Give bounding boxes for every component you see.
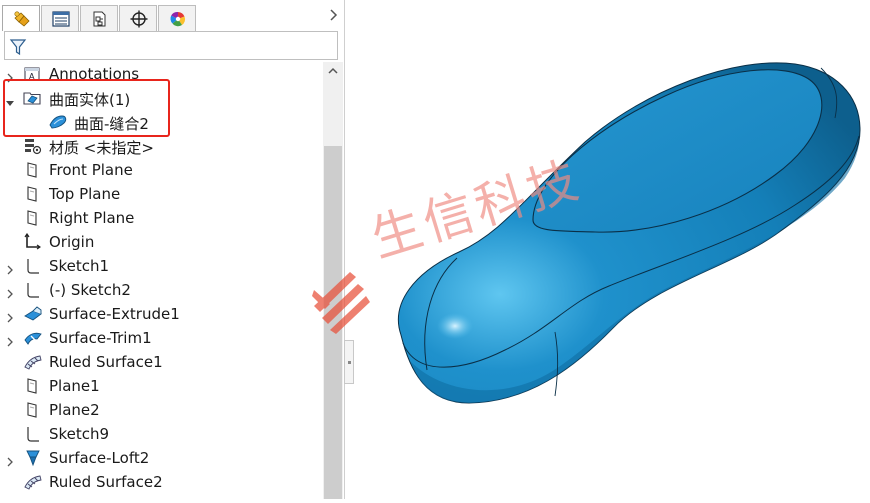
tree-node-label: Top Plane <box>49 185 121 203</box>
tree-filter-input[interactable] <box>4 31 338 60</box>
origin-icon <box>23 232 42 251</box>
tree-node-ruled-surface2[interactable]: Ruled Surface2 <box>0 470 322 494</box>
color-wheel-icon <box>170 11 186 27</box>
tab-configuration-manager[interactable] <box>80 5 118 31</box>
plane-icon <box>23 161 41 179</box>
tree-node-label: Right Plane <box>49 209 135 227</box>
tree-node-sketch9[interactable]: Sketch9 <box>0 422 322 446</box>
expander-right-icon[interactable] <box>6 284 14 299</box>
plane-icon <box>23 209 41 227</box>
tree-node-label: Origin <box>49 233 95 251</box>
tree-node-label: Sketch9 <box>49 425 110 443</box>
tree-node-surface-trim1[interactable]: Surface-Trim1 <box>0 326 322 350</box>
watermark-logo-icon <box>312 272 370 334</box>
tree-node-sketch1[interactable]: Sketch1 <box>0 254 322 278</box>
plane-icon <box>23 185 41 203</box>
tab-property-manager[interactable] <box>41 5 79 31</box>
material-icon <box>23 137 42 155</box>
expander-right-icon[interactable] <box>6 260 14 275</box>
surface-extrude-icon <box>23 305 42 323</box>
plane-icon <box>23 377 41 395</box>
tree-node-label: Surface-Loft2 <box>49 449 150 467</box>
tree-node-surface-loft2[interactable]: Surface-Loft2 <box>0 446 322 470</box>
sketch-icon <box>23 425 41 443</box>
tree-node-label: Sketch1 <box>49 257 110 275</box>
ruled-surface-icon <box>23 473 42 491</box>
tree-node-right-plane[interactable]: Right Plane <box>0 206 322 230</box>
feature-tree-icon <box>14 11 30 27</box>
feature-manager-panel: A Annotations 曲面实体(1) 曲面-缝合2 材质 <未指定> Front P… <box>0 0 345 499</box>
plane-icon <box>23 401 41 419</box>
tree-node-ruled-surface1[interactable]: Ruled Surface1 <box>0 350 322 374</box>
surface-loft-icon <box>23 449 41 467</box>
tab-display-manager[interactable] <box>158 5 196 31</box>
tree-node-origin[interactable]: Origin <box>0 230 322 254</box>
tree-node-label: Ruled Surface1 <box>49 353 163 371</box>
tree-node-surface-extrude1[interactable]: Surface-Extrude1 <box>0 302 322 326</box>
ruled-surface-icon <box>23 353 42 371</box>
tree-node-label: 材质 <未指定> <box>49 139 154 157</box>
expander-right-icon[interactable] <box>6 452 14 467</box>
annotation-highlight-box <box>3 79 170 137</box>
manager-tabs <box>0 3 344 31</box>
tabs-scroll-right-icon[interactable] <box>330 9 338 25</box>
sketch-icon <box>23 281 41 299</box>
surface-trim-icon <box>23 329 42 347</box>
filter-icon <box>9 39 27 56</box>
tree-node-top-plane[interactable]: Top Plane <box>0 182 322 206</box>
panel-collapse-handle[interactable] <box>344 340 354 384</box>
tree-node-label: Surface-Trim1 <box>49 329 152 347</box>
tree-node-front-plane[interactable]: Front Plane <box>0 158 322 182</box>
expander-right-icon[interactable] <box>6 308 14 323</box>
tree-node-label: Surface-Extrude1 <box>49 305 180 323</box>
expander-right-icon[interactable] <box>6 332 14 347</box>
expander-right-icon[interactable] <box>6 68 14 83</box>
tree-node-plane1[interactable]: Plane1 <box>0 374 322 398</box>
scroll-up-icon[interactable] <box>323 62 343 82</box>
tree-node-label: Plane1 <box>49 377 100 395</box>
tree-node-label: (-) Sketch2 <box>49 281 131 299</box>
configuration-icon <box>93 11 106 27</box>
tree-node-node-3[interactable]: 材质 <未指定> <box>0 134 322 158</box>
tree-node-label: Front Plane <box>49 161 133 179</box>
tree-node-sketch2[interactable]: (-) Sketch2 <box>0 278 322 302</box>
tab-dimxpert-manager[interactable] <box>119 5 157 31</box>
property-list-icon <box>52 11 70 27</box>
sketch-icon <box>23 257 41 275</box>
tree-node-plane2[interactable]: Plane2 <box>0 398 322 422</box>
crosshair-icon <box>130 10 148 28</box>
tree-node-label: Plane2 <box>49 401 100 419</box>
tab-feature-manager[interactable] <box>2 5 40 31</box>
tree-node-label: Ruled Surface2 <box>49 473 163 491</box>
